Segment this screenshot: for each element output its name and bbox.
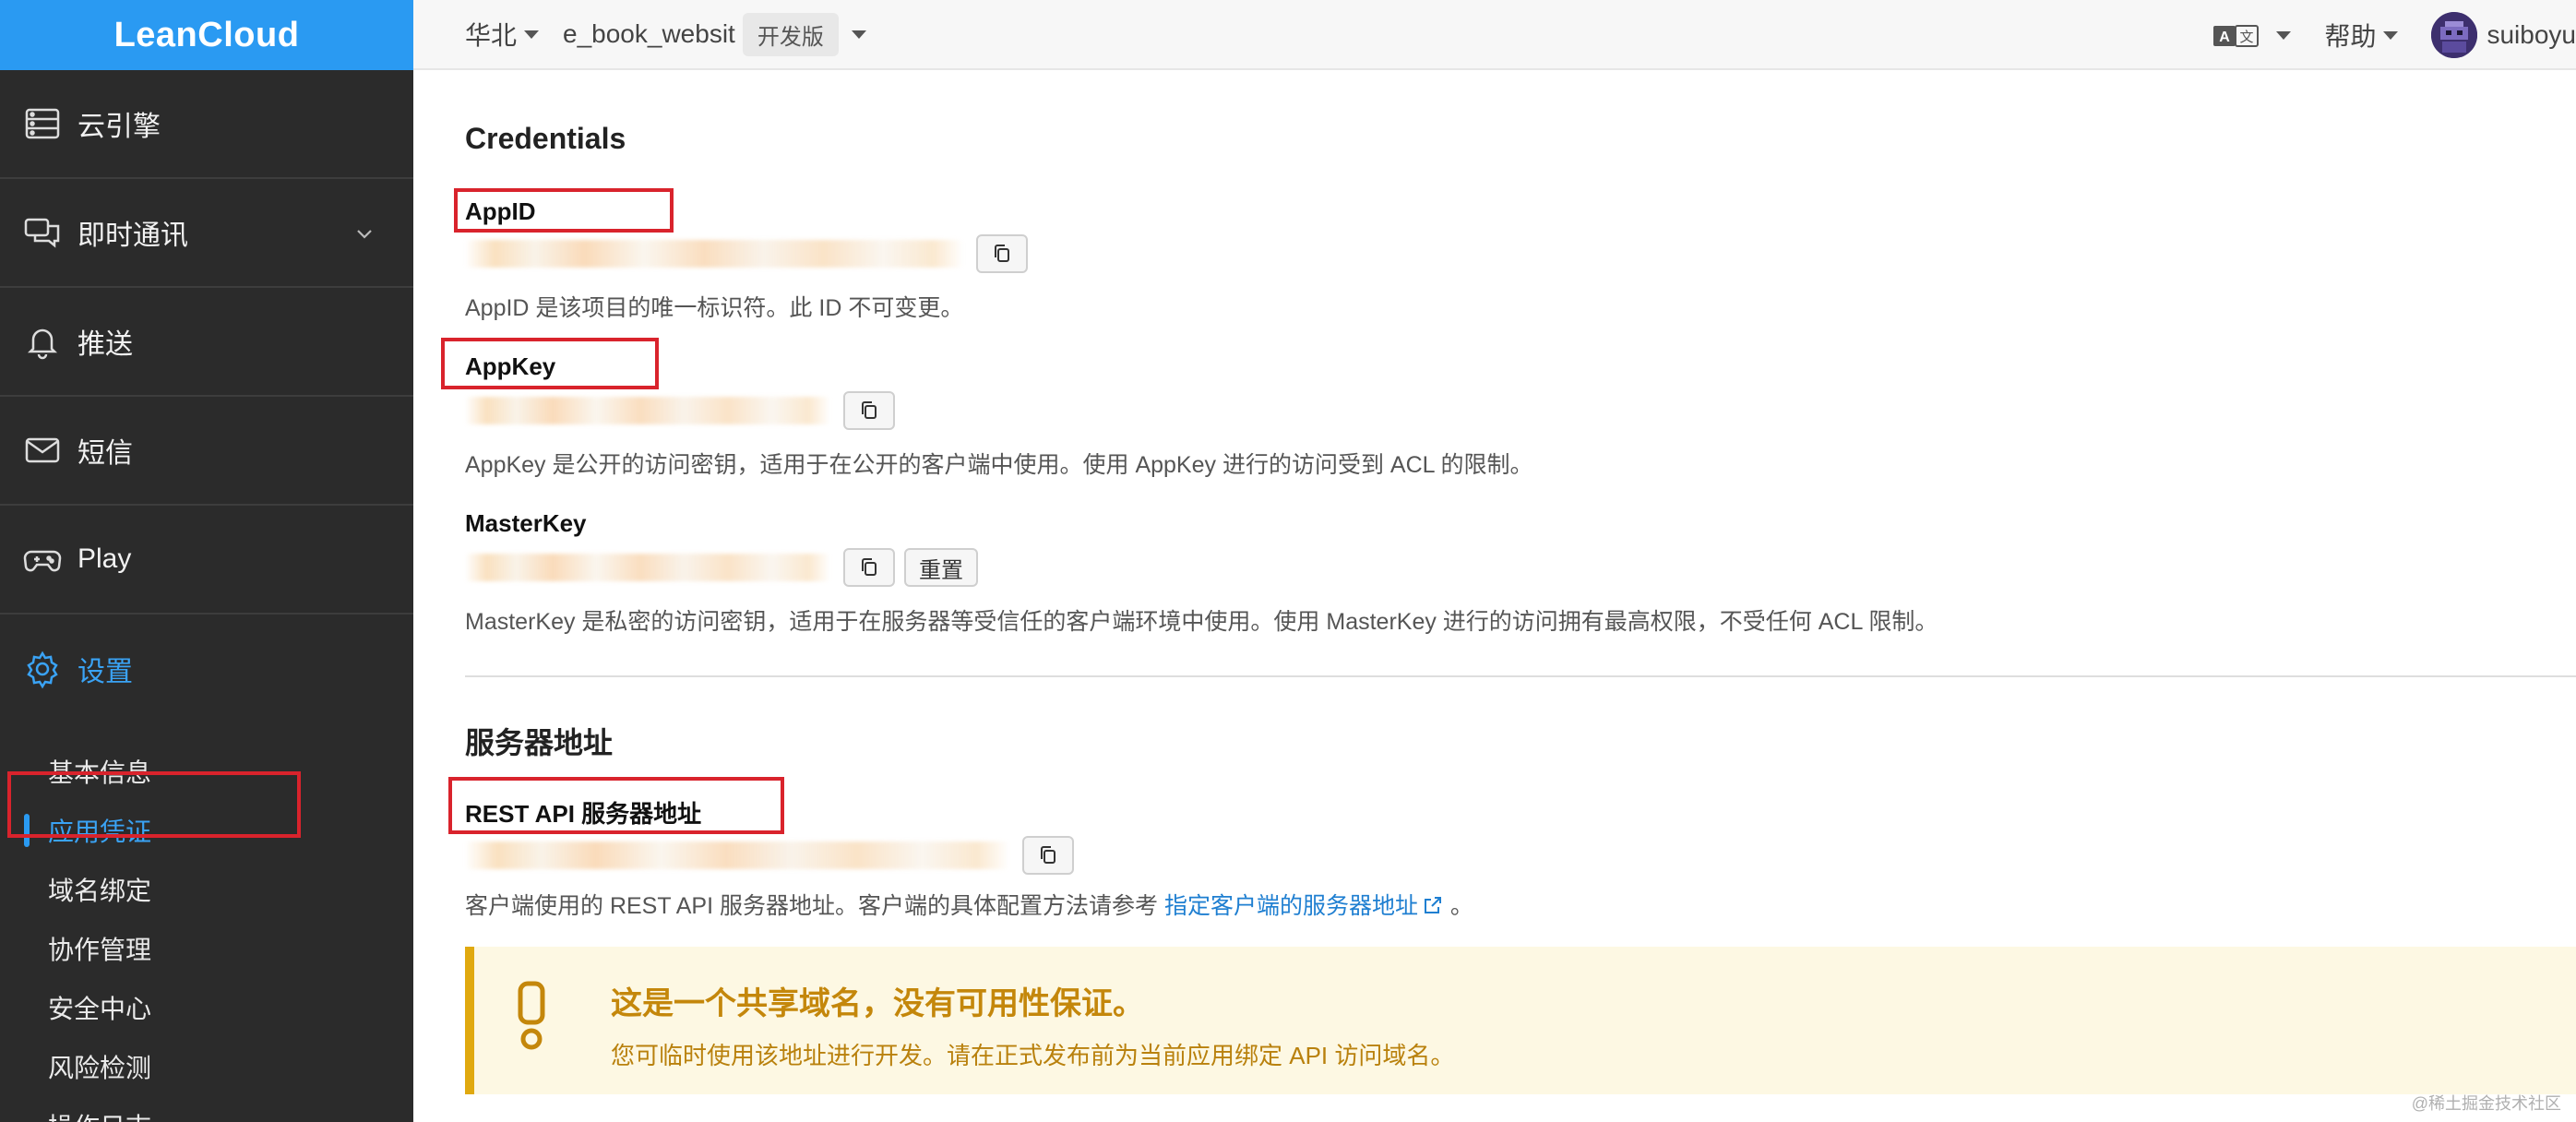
credentials-title: Credentials (465, 122, 626, 155)
sub-item-operation-log[interactable]: 操作日志 (0, 1096, 413, 1122)
help-label: 帮助 (2324, 22, 2377, 51)
chat-icon (22, 212, 63, 253)
app-name: e_book_websit (563, 19, 735, 48)
sub-item-credentials[interactable]: 应用凭证 (0, 801, 413, 860)
nav-label: 短信 (78, 438, 133, 469)
server-icon (22, 103, 63, 144)
rest-api-value-redacted (465, 842, 1009, 869)
sub-item-risk-detection[interactable]: 风险检测 (0, 1037, 413, 1096)
appkey-value-redacted (465, 397, 830, 424)
caret-down-icon (851, 30, 866, 39)
reset-masterkey-button[interactable]: 重置 (904, 548, 978, 587)
help-menu[interactable]: 帮助 (2324, 17, 2399, 54)
masterkey-value-redacted (465, 554, 830, 581)
nav-item-settings[interactable]: 设置 (0, 615, 413, 723)
exclamation-icon (518, 981, 545, 1050)
caret-down-icon (524, 30, 540, 39)
top-bar: 华北 e_book_websit 开发版 A 文 帮助 suiboyu (413, 0, 2576, 70)
nav-item-im[interactable]: 即时通讯 (0, 179, 413, 288)
copy-appkey-button[interactable] (843, 391, 895, 430)
chevron-down-icon[interactable] (354, 223, 375, 244)
sidebar: LeanCloud 云引擎 即时通讯 推送 短信 Play 设置 基本信息 应用… (0, 0, 413, 1122)
copy-icon (862, 558, 877, 576)
server-title: 服务器地址 (465, 726, 614, 759)
appid-value-redacted (465, 240, 963, 268)
avatar (2431, 12, 2478, 58)
server-address-doc-link-label: 指定客户端的服务器地址 (1163, 893, 1418, 919)
copy-icon (995, 245, 1009, 262)
external-link-icon (1424, 897, 1441, 913)
sub-item-security[interactable]: 安全中心 (0, 978, 413, 1037)
copy-icon (862, 401, 877, 419)
top-right-menu: A 文 帮助 suiboyu (2212, 0, 2576, 70)
user-menu[interactable]: suiboyu (2431, 12, 2576, 58)
language-select[interactable]: A 文 (2212, 20, 2292, 50)
section-divider (465, 675, 2576, 677)
gear-icon (22, 649, 63, 689)
masterkey-help: MasterKey 是私密的访问密钥，适用于在服务器等受信任的客户端环境中使用。… (465, 609, 1938, 635)
svg-text:文: 文 (2240, 29, 2254, 45)
appid-help: AppID 是该项目的唯一标识符。此 ID 不可变更。 (465, 295, 964, 321)
nav-label: 设置 (78, 657, 133, 687)
rest-api-help: 客户端使用的 REST API 服务器地址。客户端的具体配置方法请参考 指定客户… (465, 888, 1473, 921)
sub-item-basic-info[interactable]: 基本信息 (0, 742, 413, 801)
appkey-row (465, 391, 895, 430)
copy-appid-button[interactable] (976, 234, 1028, 273)
nav-item-engine[interactable]: 云引擎 (0, 70, 413, 179)
caret-down-icon (2383, 30, 2399, 40)
bell-icon (22, 321, 63, 362)
nav-item-push[interactable]: 推送 (0, 288, 413, 397)
appid-row (465, 234, 1028, 273)
warning-title: 这是一个共享域名，没有可用性保证。 (611, 986, 1144, 1021)
copy-rest-api-button[interactable] (1022, 836, 1074, 875)
masterkey-label: MasterKey (465, 509, 587, 537)
app-select[interactable]: e_book_websit 开发版 (563, 12, 866, 56)
appkey-label: AppKey (465, 352, 556, 380)
appid-label: AppID (465, 197, 536, 225)
copy-masterkey-button[interactable] (843, 548, 895, 587)
sub-item-collaboration[interactable]: 协作管理 (0, 919, 413, 978)
appkey-help: AppKey 是公开的访问密钥，适用于在公开的客户端中使用。使用 AppKey … (465, 452, 1533, 478)
nav-label: 即时通讯 (78, 221, 188, 251)
brand-logo[interactable]: LeanCloud (0, 0, 413, 70)
main-content: Credentials AppID AppID 是该项目的唯一标识符。此 ID … (441, 70, 2576, 1122)
copy-icon (1041, 846, 1055, 864)
shared-domain-warning: 这是一个共享域名，没有可用性保证。 您可临时使用该地址进行开发。请在正式发布前为… (465, 947, 2576, 1094)
settings-submenu: 基本信息 应用凭证 域名绑定 协作管理 安全中心 风险检测 操作日志 (0, 723, 413, 1122)
region-label: 华北 (465, 21, 518, 50)
rest-api-help-text: 客户端使用的 REST API 服务器地址。客户端的具体配置方法请参考 (465, 893, 1158, 919)
translate-icon: A 文 (2213, 25, 2260, 47)
rest-api-row (465, 836, 1074, 875)
svg-text:A: A (2220, 30, 2231, 45)
sub-item-domain-binding[interactable]: 域名绑定 (0, 860, 413, 919)
rest-api-label: REST API 服务器地址 (465, 800, 702, 828)
rest-api-help-suffix: 。 (1449, 893, 1473, 919)
watermark: @稀土掘金技术社区 (2411, 1094, 2561, 1113)
username: suiboyu (2487, 20, 2576, 49)
masterkey-row: 重置 (465, 548, 978, 587)
mail-icon (22, 430, 63, 471)
server-address-doc-link[interactable]: 指定客户端的服务器地址 (1164, 893, 1450, 919)
nav-item-play[interactable]: Play (0, 506, 413, 615)
nav-label: Play (78, 543, 132, 574)
region-select[interactable]: 华北 (465, 16, 540, 53)
env-badge: 开发版 (742, 12, 839, 56)
nav-item-sms[interactable]: 短信 (0, 397, 413, 506)
nav-label: 云引擎 (78, 112, 161, 142)
nav-label: 推送 (78, 329, 133, 360)
caret-down-icon (2276, 30, 2292, 40)
gamepad-icon (22, 539, 63, 579)
warning-body: 您可临时使用该地址进行开发。请在正式发布前为当前应用绑定 API 访问域名。 (611, 1042, 1455, 1069)
